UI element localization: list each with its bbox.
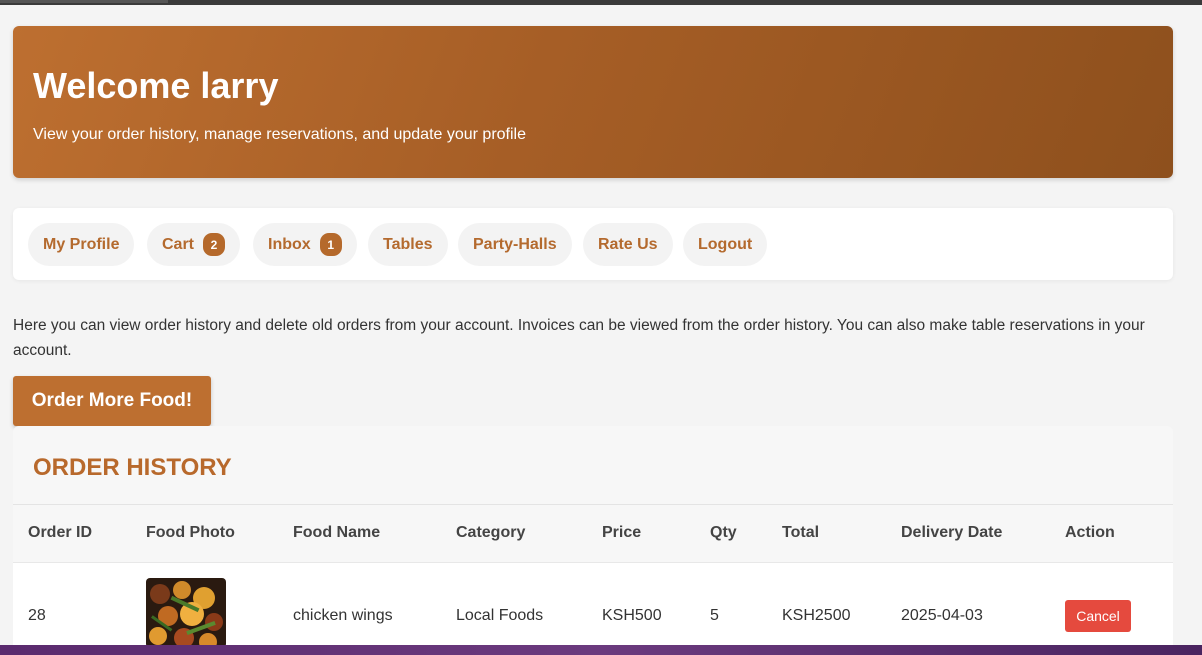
account-nav: My Profile Cart 2 Inbox 1 Tables Party-H… [13,208,1173,280]
order-id-cell: 28 [28,607,46,624]
nav-cart[interactable]: Cart 2 [147,223,241,266]
divider [13,504,1173,505]
table-row: 28 chicken wings Local Foods KSH500 5 KS… [13,562,1173,655]
column-header-order-id: Order ID [28,524,93,541]
nav-label: Party-Halls [473,235,557,253]
welcome-title: Welcome larry [33,65,279,106]
nav-label: Rate Us [598,235,658,253]
browser-top-bar [0,0,1202,5]
intro-text: Here you can view order history and dele… [13,317,1145,359]
column-header-action: Action [1065,524,1115,541]
food-name-cell: chicken wings [293,607,393,624]
column-header-qty: Qty [710,524,737,541]
column-header-food-name: Food Name [293,524,381,541]
order-more-food-button[interactable]: Order More Food! [13,376,211,426]
price-cell: KSH500 [602,607,662,624]
nav-my-profile[interactable]: My Profile [28,223,135,266]
order-history-panel: ORDER HISTORY Order ID Food Photo Food N… [13,426,1173,655]
qty-cell: 5 [710,607,719,624]
nav-label: Inbox [268,235,311,253]
column-header-price: Price [602,524,642,541]
nav-label: My Profile [43,235,120,253]
total-cell: KSH2500 [782,607,851,624]
order-history-title: ORDER HISTORY [33,454,232,481]
inbox-count-badge: 1 [319,233,342,256]
nav-rate-us[interactable]: Rate Us [583,223,673,266]
category-cell: Local Foods [456,607,544,624]
cart-count-badge: 2 [203,233,226,256]
nav-logout[interactable]: Logout [683,223,768,266]
column-header-delivery-date: Delivery Date [901,524,1003,541]
column-header-category: Category [456,524,526,541]
nav-label: Tables [383,235,433,253]
nav-tables[interactable]: Tables [368,223,448,266]
nav-party-halls[interactable]: Party-Halls [458,223,572,266]
nav-label: Logout [698,235,753,253]
column-header-food-photo: Food Photo [146,524,235,541]
os-taskbar [0,645,1202,655]
food-photo-image [146,578,226,648]
cancel-order-button[interactable]: Cancel [1065,600,1131,632]
nav-inbox[interactable]: Inbox 1 [253,223,357,266]
delivery-date-cell: 2025-04-03 [901,607,983,624]
column-header-total: Total [782,524,820,541]
browser-tab-strip [0,0,168,3]
welcome-banner: Welcome larry View your order history, m… [13,26,1173,178]
welcome-subtitle: View your order history, manage reservat… [33,126,527,143]
nav-label: Cart [162,235,195,253]
